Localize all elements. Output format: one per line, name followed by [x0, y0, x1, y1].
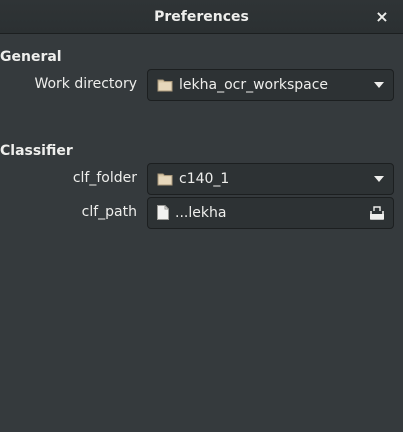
work-directory-combo[interactable]: lekha_ocr_workspace: [147, 69, 394, 101]
clf-path-file-chooser[interactable]: ...lekha: [147, 197, 394, 229]
document-icon: [157, 205, 169, 220]
chevron-down-icon: [374, 82, 384, 88]
chevron-down-icon: [374, 176, 384, 182]
clf-folder-label: clf_folder: [72, 170, 137, 186]
work-directory-value: lekha_ocr_workspace: [179, 77, 329, 93]
folder-icon: [157, 173, 173, 186]
window-title: Preferences: [154, 9, 249, 25]
clf-folder-combo[interactable]: c140_1: [147, 163, 394, 195]
work-directory-label: Work directory: [34, 76, 137, 92]
close-button[interactable]: ×: [373, 8, 391, 26]
header-bar: Preferences ×: [0, 0, 403, 34]
folder-icon: [157, 79, 173, 92]
clf-path-label: clf_path: [81, 204, 137, 220]
preferences-window: Preferences × General Work directory lek…: [0, 0, 403, 432]
open-file-icon[interactable]: [369, 206, 385, 220]
section-title-classifier: Classifier: [0, 143, 73, 159]
clf-path-value: ...lekha: [175, 205, 227, 221]
clf-folder-value: c140_1: [179, 171, 230, 187]
section-title-general: General: [0, 49, 62, 65]
